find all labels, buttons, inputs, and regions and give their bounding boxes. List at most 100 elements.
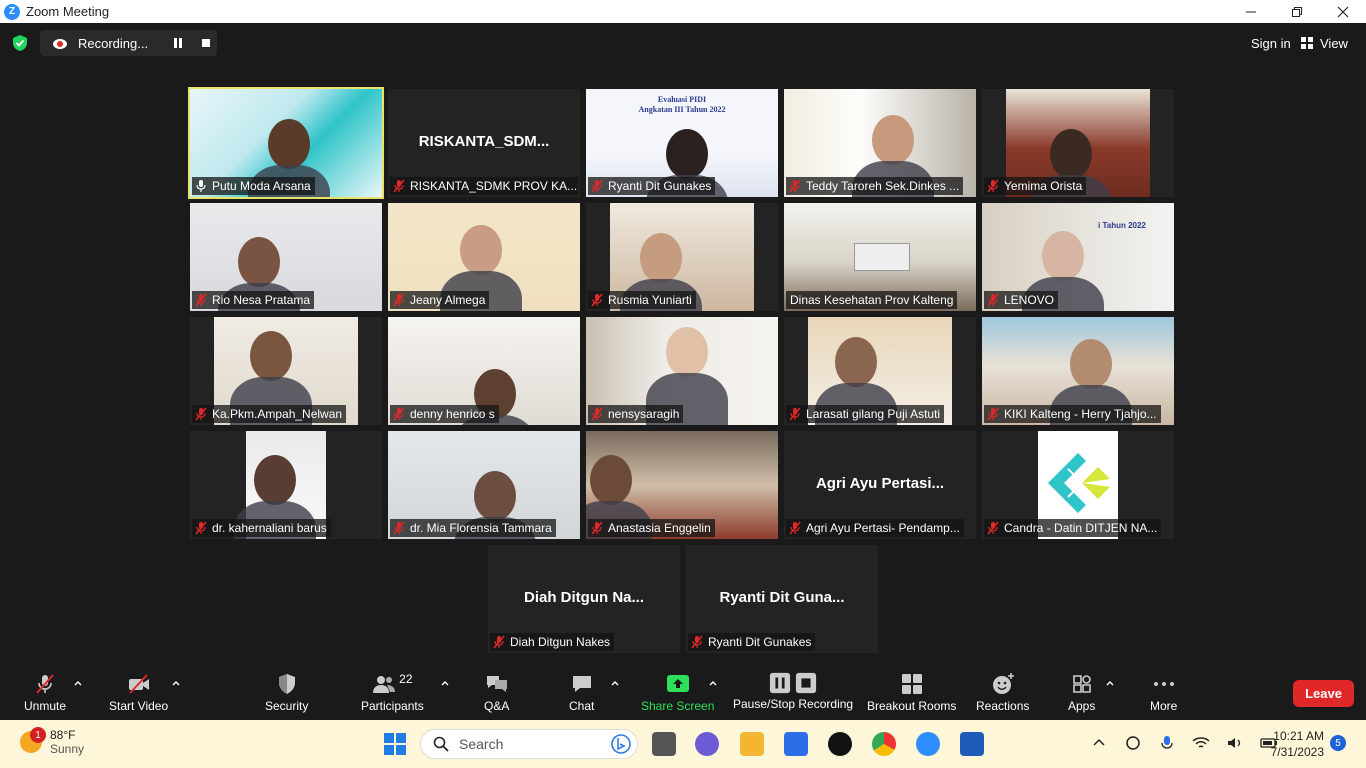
participant-name-bar: Teddy Taroreh Sek.Dinkes ...: [786, 177, 964, 195]
participant-tile[interactable]: Larasati gilang Puji Astuti: [784, 317, 976, 425]
participant-name-bar: Ryanti Dit Gunakes: [588, 177, 716, 195]
participant-tile[interactable]: dr. kahernaliani barus: [190, 431, 382, 539]
participant-tile[interactable]: denny henrico s: [388, 317, 580, 425]
teams-chat-icon[interactable]: [695, 732, 719, 756]
audio-options-chevron-icon[interactable]: [73, 678, 83, 688]
participant-tile[interactable]: RISKANTA_SDM... RISKANTA_SDMK PROV KA...: [388, 89, 580, 197]
participant-tile[interactable]: nensysaragih: [586, 317, 778, 425]
participant-tile[interactable]: dr. Mia Florensia Tammara: [388, 431, 580, 539]
muted-mic-icon: [36, 674, 54, 694]
participant-tile[interactable]: Putu Moda Arsana: [188, 87, 384, 199]
network-sync-icon[interactable]: [1124, 734, 1142, 752]
weather-widget[interactable]: 1 88°F Sunny: [20, 727, 84, 756]
participant-name: Yemima Orista: [1004, 179, 1083, 193]
muted-mic-icon: [789, 179, 801, 193]
pause-recording-icon[interactable]: [170, 35, 186, 51]
volume-icon[interactable]: [1226, 734, 1244, 752]
view-button[interactable]: View: [1300, 33, 1348, 53]
muted-mic-icon: [987, 407, 999, 421]
video-off-icon: [128, 674, 149, 694]
share-options-chevron-icon[interactable]: [708, 678, 718, 688]
clock-time: 10:21 AM: [1273, 729, 1324, 743]
participant-tile[interactable]: i Tahun 2022 LENOVO: [982, 203, 1174, 311]
notification-count-badge[interactable]: 5: [1330, 735, 1346, 751]
chrome-icon[interactable]: [872, 732, 896, 756]
participant-name: Candra - Datin DITJEN NA...: [1004, 521, 1158, 535]
video-options-chevron-icon[interactable]: [171, 678, 181, 688]
wifi-icon[interactable]: [1192, 734, 1210, 752]
unmute-button[interactable]: Unmute: [24, 672, 66, 713]
pause-stop-recording-label: Pause/Stop Recording: [733, 697, 854, 711]
zoom-taskbar-icon[interactable]: [916, 732, 940, 756]
participant-name: Teddy Taroreh Sek.Dinkes ...: [806, 179, 960, 193]
participant-tile[interactable]: Jeany Almega: [388, 203, 580, 311]
taskbar-search-box[interactable]: Search: [420, 729, 638, 759]
participant-name: Diah Ditgun Nakes: [510, 635, 611, 649]
participant-tile[interactable]: Rusmia Yuniarti: [586, 203, 778, 311]
chat-options-chevron-icon[interactable]: [610, 678, 620, 688]
task-view-icon[interactable]: [652, 732, 676, 756]
participant-display-name: Diah Ditgun Na...: [524, 589, 644, 606]
apps-options-chevron-icon[interactable]: [1105, 678, 1115, 688]
breakout-rooms-button[interactable]: Breakout Rooms: [867, 672, 956, 713]
bing-icon[interactable]: [611, 734, 631, 754]
encryption-shield-icon[interactable]: [11, 34, 29, 52]
participant-tile[interactable]: Dinas Kesehatan Prov Kalteng: [784, 203, 976, 311]
participant-tile[interactable]: Candra - Datin DITJEN NA...: [982, 431, 1174, 539]
apps-button[interactable]: Apps: [1068, 672, 1095, 713]
start-video-button[interactable]: Start Video: [109, 672, 168, 713]
participant-tile[interactable]: Agri Ayu Pertasi... Agri Ayu Pertasi- Pen…: [784, 431, 976, 539]
chat-button[interactable]: Chat: [569, 672, 594, 713]
participant-tile[interactable]: KIKI Kalteng - Herry Tjahjo...: [982, 317, 1174, 425]
file-explorer-icon[interactable]: [740, 732, 764, 756]
word-icon[interactable]: [960, 732, 984, 756]
minimize-button[interactable]: [1228, 0, 1274, 23]
muted-mic-icon: [691, 635, 703, 649]
participant-face: [872, 115, 914, 165]
participant-name-bar: Jeany Almega: [390, 291, 490, 309]
leave-button[interactable]: Leave: [1293, 680, 1354, 707]
participant-tile[interactable]: Ryanti Dit Guna... Ryanti Dit Gunakes: [686, 545, 878, 653]
participant-tile[interactable]: Teddy Taroreh Sek.Dinkes ...: [784, 89, 976, 197]
participant-face: [250, 331, 292, 381]
weather-temp: 88°F: [50, 728, 76, 742]
participant-display-name: Agri Ayu Pertasi...: [815, 475, 945, 492]
share-screen-button[interactable]: Share Screen: [641, 672, 714, 713]
reactions-button[interactable]: Reactions: [976, 672, 1029, 713]
participant-tile[interactable]: Rio Nesa Pratama: [190, 203, 382, 311]
system-clock[interactable]: 10:21 AM 7/31/2023: [1262, 728, 1324, 760]
zoom-logo-icon: Z: [4, 3, 20, 20]
participant-name: Ka.Pkm.Ampah_Nelwan: [212, 407, 343, 421]
participant-name-bar: denny henrico s: [390, 405, 499, 423]
tiktok-icon[interactable]: [828, 732, 852, 756]
participant-tile[interactable]: Ka.Pkm.Ampah_Nelwan: [190, 317, 382, 425]
participant-face: [1049, 129, 1092, 179]
sign-in-button[interactable]: Sign in: [1245, 33, 1297, 53]
security-button[interactable]: Security: [265, 672, 308, 713]
muted-mic-icon: [789, 521, 801, 535]
participant-tile[interactable]: Yemima Orista: [982, 89, 1174, 197]
close-button[interactable]: [1320, 0, 1366, 23]
tray-chevron-up-icon[interactable]: [1090, 734, 1108, 752]
muted-mic-icon: [393, 407, 405, 421]
microphone-tray-icon[interactable]: [1158, 734, 1176, 752]
stop-recording-icon[interactable]: [198, 35, 214, 51]
participants-button[interactable]: 22 Participants: [361, 672, 424, 713]
restore-button[interactable]: [1274, 0, 1320, 23]
participant-tile[interactable]: Anastasia Enggelin: [586, 431, 778, 539]
muted-mic-icon: [493, 635, 505, 649]
muted-mic-icon: [591, 407, 603, 421]
qa-button[interactable]: Q&A: [484, 672, 509, 713]
participants-options-chevron-icon[interactable]: [440, 678, 450, 688]
participant-tile[interactable]: Evaluasi PIDI Angkatan III Tahun 2022 Ryan…: [586, 89, 778, 197]
windows-start-icon[interactable]: [384, 733, 406, 755]
apps-label: Apps: [1068, 699, 1096, 713]
microsoft-store-icon[interactable]: [784, 732, 808, 756]
pause-stop-recording-button[interactable]: Pause/Stop Recording: [733, 672, 853, 711]
start-video-label: Start Video: [109, 699, 169, 713]
participant-name-bar: LENOVO: [984, 291, 1059, 309]
participant-name-bar: Anastasia Enggelin: [588, 519, 715, 537]
minimize-icon: [1246, 11, 1256, 12]
participant-tile[interactable]: Diah Ditgun Na... Diah Ditgun Nakes: [488, 545, 680, 653]
more-button[interactable]: More: [1150, 672, 1177, 713]
